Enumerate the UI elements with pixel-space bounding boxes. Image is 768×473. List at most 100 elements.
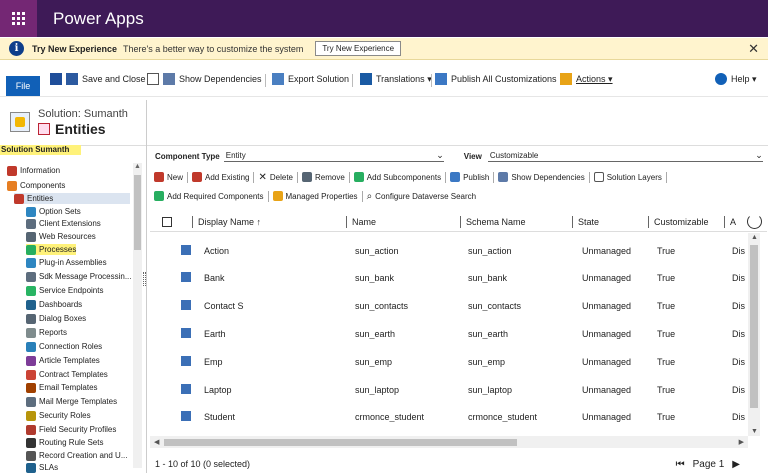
show-dependencies-button[interactable]: Show Dependencies [147,73,262,85]
delete-button[interactable]: ✕ Delete [254,172,297,183]
publish-button[interactable]: Publish [446,172,493,182]
sidebar-item-article-templates[interactable]: Article Templates [26,355,100,366]
add-subcomponents-button[interactable]: Add Subcomponents [350,172,445,182]
remove-button[interactable]: Remove [298,172,349,182]
column-header-label: State [578,217,600,227]
managed-properties-button[interactable]: Managed Properties [269,191,362,201]
app-launcher-icon[interactable] [0,0,37,37]
scroll-down-icon[interactable]: ▼ [751,428,758,435]
sidebar-item-sdk-message[interactable]: Sdk Message Processin... [26,271,131,282]
sidebar-item-email-templates[interactable]: Email Templates [26,382,98,393]
grid-vertical-scroll-thumb[interactable] [750,245,758,408]
service-endpoints-icon [26,285,36,296]
sidebar-item-entities[interactable]: Entities [14,193,130,204]
refresh-icon[interactable] [747,214,762,229]
grid-vertical-scrollbar[interactable]: ▲ ▼ [748,233,760,436]
scroll-up-icon[interactable]: ▲ [751,234,758,241]
cell-state: Unmanaged [582,385,632,395]
sidebar-scroll-thumb[interactable] [134,175,141,250]
sidebar-item-contract-templates[interactable]: Contract Templates [26,369,108,380]
translations-label: Translations ▾ [376,73,432,84]
sidebar-item-security-roles[interactable]: Security Roles [26,410,91,421]
try-new-experience-button[interactable]: Try New Experience [315,41,402,56]
entity-row-icon [181,300,191,310]
save-and-close-label: Save and Close [82,74,146,84]
sidebar-item-label: Mail Merge Templates [39,397,118,406]
cell-name: sun_action [355,246,399,256]
solution-header: Solution: Sumanth Entities [0,100,768,146]
cell-name: crmonce_student [355,412,425,422]
column-name[interactable]: Name [346,216,376,228]
sidebar-item-connection-roles[interactable]: Connection Roles [26,341,102,352]
sidebar-item-dialog-boxes[interactable]: Dialog Boxes [26,313,86,324]
first-page-icon[interactable]: ⏮ [676,459,685,470]
actions-button[interactable]: Actions ▾ [560,73,613,85]
sidebar-item-mail-merge-templates[interactable]: Mail Merge Templates [26,396,117,407]
cell-customizable: True [657,273,676,283]
export-solution-button[interactable]: Export Solution [272,73,349,85]
translations-button[interactable]: Translations ▾ [360,73,432,85]
configure-dataverse-search-button[interactable]: ⌕ Configure Dataverse Search [363,191,481,202]
sidebar-item-label: SLAs [39,463,59,472]
command-bar: File Save and Close Show Dependencies Ex… [0,62,768,97]
sidebar-item-service-endpoints[interactable]: Service Endpoints [26,285,103,296]
sidebar-item-dashboards[interactable]: Dashboards [26,299,82,310]
scroll-left-icon[interactable]: ◀ [154,438,159,446]
cell-schema-name: crmonce_student [468,412,538,422]
sidebar-item-processes[interactable]: Processes [26,244,77,255]
sidebar-item-routing-rule-sets[interactable]: Routing Rule Sets [26,437,103,448]
grid-horizontal-scrollbar[interactable]: ◀ ▶ [150,436,748,448]
grid-horizontal-scroll-thumb[interactable] [164,439,517,446]
column-state[interactable]: State [572,216,599,228]
component-type-select[interactable]: Entity ⌄ [223,150,444,162]
cell-name: sun_bank [355,273,395,283]
column-header-label: A [730,217,737,227]
sidebar-item-information[interactable]: Information [7,165,60,176]
add-existing-icon [192,172,203,182]
column-schema-name[interactable]: Schema Name [460,216,526,228]
sidebar-item-slas[interactable]: SLAs [26,462,58,473]
select-all-checkbox[interactable] [162,217,172,227]
view-select[interactable]: Customizable ⌄ [487,150,763,162]
scroll-right-icon[interactable]: ▶ [739,438,744,446]
cell-schema-name: sun_emp [468,357,506,367]
save-and-close-button[interactable]: Save and Close [50,73,146,85]
column-additional[interactable]: A [724,216,736,228]
sidebar-item-label: Record Creation and U... [39,451,128,460]
show-dependencies-grid-button[interactable]: Show Dependencies [494,172,588,182]
show-dependencies-label: Show Dependencies [179,74,262,84]
filter-bar: Component Type Entity ⌄ View Customizabl… [155,150,765,162]
sidebar-item-components[interactable]: Components [7,180,65,191]
cell-name: sun_earth [355,329,396,339]
grid-toolbar: New Add Existing ✕ Delete Remove Add Sub… [150,170,667,184]
sidebar-item-plugin-assemblies[interactable]: Plug-in Assemblies [26,257,107,268]
table-row[interactable]: Student crmonce_student crmonce_student … [150,399,748,432]
add-existing-button[interactable]: Add Existing [188,172,253,182]
option-sets-icon [26,206,36,217]
chevron-down-icon: ⌄ [436,150,444,160]
managed-properties-icon [272,191,283,201]
sidebar-item-client-extensions[interactable]: Client Extensions [26,218,101,229]
cell-additional: Dis [732,273,745,283]
solution-layers-button[interactable]: Solution Layers [590,172,666,182]
sidebar-scrollbar[interactable]: ▲ [133,163,142,468]
column-customizable[interactable]: Customizable [648,216,709,228]
cell-additional: Dis [732,385,745,395]
splitter-handle[interactable] [143,272,146,286]
sidebar-item-reports[interactable]: Reports [26,327,67,338]
sidebar-item-option-sets[interactable]: Option Sets [26,206,81,217]
column-display-name[interactable]: Display Name ↑ [192,216,261,228]
add-required-components-button[interactable]: Add Required Components [150,191,268,201]
new-experience-banner: i Try New Experience There's a better wa… [0,38,768,60]
file-button[interactable]: File [6,76,40,96]
sidebar-item-field-security[interactable]: Field Security Profiles [26,424,116,435]
sidebar-item-record-creation[interactable]: Record Creation and U... [26,450,128,461]
publish-all-button[interactable]: Publish All Customizations [435,73,557,85]
close-icon[interactable]: ✕ [748,41,759,57]
new-button[interactable]: New [150,172,187,182]
scroll-up-icon[interactable]: ▲ [134,163,141,170]
sidebar-item-web-resources[interactable]: Web Resources [26,231,96,242]
next-page-icon[interactable]: ▶ [732,459,740,470]
cell-customizable: True [657,412,676,422]
help-button[interactable]: Help ▾ [715,73,757,85]
